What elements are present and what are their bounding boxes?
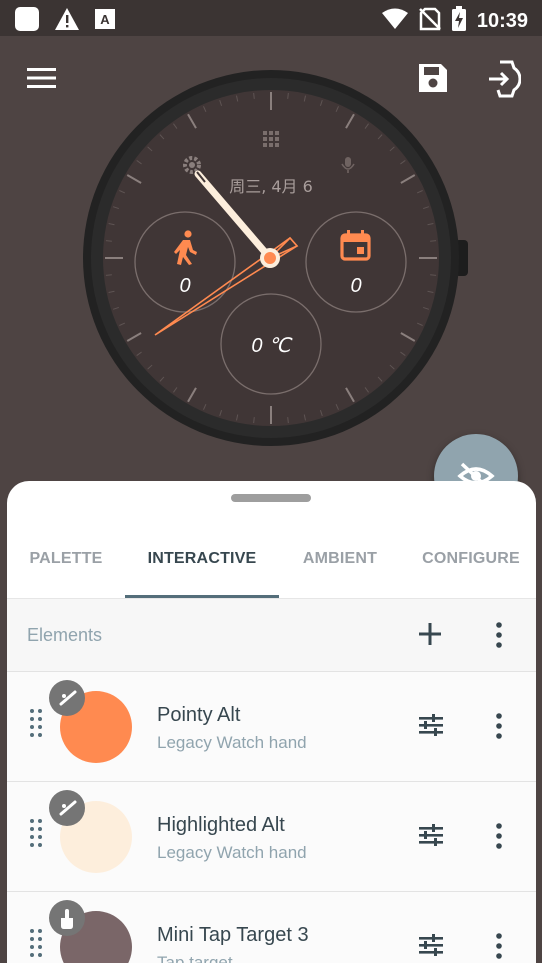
dial-tick — [430, 274, 437, 276]
status-bar: A 10:39 — [0, 0, 542, 36]
tab-interactive[interactable]: INTERACTIVE — [125, 531, 279, 599]
translate-icon: A — [94, 8, 116, 35]
row-overflow-menu-icon[interactable] — [491, 712, 507, 745]
element-title: Highlighted Alt — [157, 814, 285, 836]
calendar-value: 0 — [350, 275, 361, 297]
apps-grid-icon — [263, 131, 279, 147]
list-item[interactable]: Pointy Alt Legacy Watch hand — [7, 672, 536, 782]
tune-settings-icon[interactable] — [419, 714, 443, 741]
row-overflow-menu-icon[interactable] — [491, 822, 507, 855]
steps-value: 0 — [179, 275, 190, 297]
add-icon[interactable] — [417, 621, 443, 652]
elements-header: Elements — [7, 599, 536, 672]
tab-bar: PALETTE INTERACTIVE AMBIENT CONFIGURE — [7, 531, 536, 599]
overflow-menu-icon[interactable] — [491, 621, 507, 654]
dial-tick — [287, 92, 289, 99]
element-subtitle: Tap target — [157, 953, 233, 963]
watch-date: 周三, 4月 6 — [229, 177, 313, 196]
dial-tick — [253, 417, 255, 424]
drag-handle-icon[interactable] — [29, 818, 43, 855]
row-overflow-menu-icon[interactable] — [491, 932, 507, 963]
wifi-icon — [381, 7, 409, 36]
tab-ambient[interactable]: AMBIENT — [279, 531, 401, 599]
app-square-icon — [14, 6, 40, 37]
warning-icon — [54, 7, 80, 36]
watch-hand-icon — [49, 790, 85, 826]
elements-title: Elements — [27, 625, 103, 645]
temperature-value: 0 ℃ — [251, 335, 293, 357]
status-time: 10:39 — [476, 10, 528, 32]
dial-tick — [105, 240, 112, 242]
dial-tick — [253, 92, 255, 99]
element-title: Pointy Alt — [157, 704, 241, 726]
status-right-icons: 10:39 — [381, 6, 528, 37]
tab-palette[interactable]: PALETTE — [7, 531, 125, 599]
watch-hand-icon — [49, 680, 85, 716]
bottom-sheet: PALETTE INTERACTIVE AMBIENT CONFIGURE El… — [7, 481, 536, 963]
watch-face-svg: 周三, 4月 6 0 0 0 ℃ — [83, 70, 468, 446]
dial-tick — [287, 417, 289, 424]
drag-handle-icon[interactable] — [29, 928, 43, 963]
watch-preview: 周三, 4月 6 0 0 0 ℃ — [0, 36, 542, 496]
touch-icon — [49, 900, 85, 936]
tune-settings-icon[interactable] — [419, 824, 443, 851]
sheet-drag-handle[interactable] — [231, 494, 311, 502]
dial-tick — [430, 240, 437, 242]
dial-tick — [105, 274, 112, 276]
svg-text:A: A — [100, 12, 110, 27]
tune-settings-icon[interactable] — [419, 934, 443, 961]
element-title: Mini Tap Target 3 — [157, 924, 309, 946]
battery-charging-icon — [451, 6, 467, 37]
element-subtitle: Legacy Watch hand — [157, 843, 307, 862]
tab-configure[interactable]: CONFIGURE — [401, 531, 536, 599]
element-subtitle: Legacy Watch hand — [157, 733, 307, 752]
list-item[interactable]: Highlighted Alt Legacy Watch hand — [7, 782, 536, 892]
no-sim-icon — [418, 7, 441, 36]
drag-handle-icon[interactable] — [29, 708, 43, 745]
list-item[interactable]: Mini Tap Target 3 Tap target — [7, 892, 536, 963]
status-left-icons: A — [14, 6, 116, 37]
